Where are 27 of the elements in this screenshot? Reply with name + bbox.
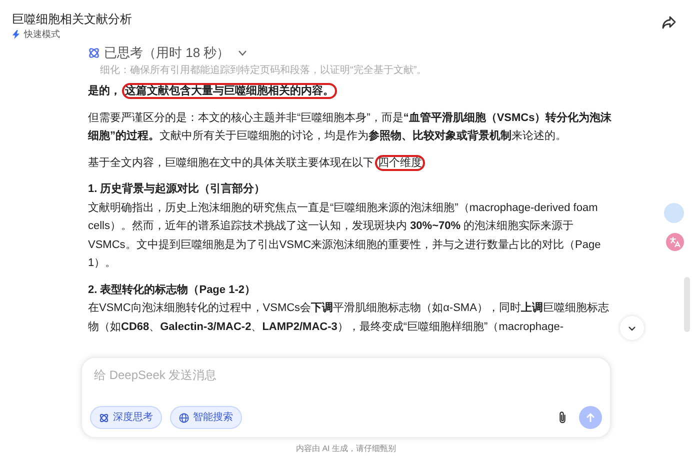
share-icon[interactable] bbox=[662, 16, 676, 29]
scroll-down-button[interactable] bbox=[620, 316, 644, 340]
toggle-button[interactable]: 智能搜索 bbox=[170, 406, 242, 429]
faded-thinking-text: 细化：确保所有引用都能追踪到特定页码和段落，以证明“完全基于文献”。 bbox=[99, 64, 428, 78]
paragraph: 基于全文内容，巨噬细胞在文中的具体关联主要体现在以下 四个维度 bbox=[88, 154, 612, 172]
paragraph: 文献明确指出，历史上泡沫细胞的研究焦点一直是“巨噬细胞来源的泡沫细胞”（macrophage-derived foam cells）。然而，近年的谱系追踪技术挑战了这一认知，发现斑块内 30%~70% 的泡沫细胞实际来源于VSMCs。文中提到巨噬细胞是为了引出VSMC来源泡沫细胞的重要性，并与之进行数量占比的对比（Page 1）。 bbox=[88, 200, 602, 271]
section-heading: 1. 历史背景与起源对比（引言部分） bbox=[88, 182, 266, 197]
toggle-button[interactable]: 深度思考 bbox=[90, 406, 162, 429]
arrow-up-icon bbox=[586, 412, 595, 422]
thinking-toggle[interactable]: 已思考（用时 18 秒） bbox=[104, 43, 247, 63]
translate-icon[interactable] bbox=[666, 233, 684, 251]
chevron-down-icon bbox=[628, 326, 636, 330]
paragraph: 是的， 这篇文献包含大量与巨噬细胞相关的内容。 bbox=[88, 82, 612, 100]
globe-icon bbox=[179, 412, 189, 422]
mode-label: 快速模式 bbox=[24, 28, 60, 41]
message-input[interactable]: 给 DeepSeek 发送消息 bbox=[90, 366, 602, 384]
section-heading: 2. 表型转化的标志物（Page 1-2） bbox=[88, 282, 256, 298]
lightning-icon bbox=[12, 30, 20, 40]
chat-title: 巨噬细胞相关文献分析 bbox=[12, 11, 132, 28]
paragraph: 在VSMC向泡沫细胞转化的过程中，VSMCs会下调平滑肌细胞标志物（如α-SMA），同时上调巨噬细胞标志物（如CD68、Galectin-3/MAC-2、LAMP2/MAC-3），最终变成“巨噬细胞样细胞”（macrophage- bbox=[88, 300, 610, 334]
atom-icon bbox=[88, 47, 100, 59]
avatar[interactable] bbox=[664, 203, 684, 223]
scrollbar[interactable] bbox=[684, 277, 690, 332]
disclaimer-text: 内容由 AI 生成，请仔细甄别 bbox=[296, 443, 396, 455]
atom-icon bbox=[99, 412, 109, 422]
paperclip-icon[interactable] bbox=[558, 411, 567, 424]
paragraph: 但需要严谨区分的是：本文的核心主题并非“巨噬细胞本身”，而是“血管平滑肌细胞（VSMCs）转分化为泡沫细胞”的过程。文献中所有关于巨噬细胞的讨论，均是作为参照物、比较对象或背景机制来论述的。 bbox=[88, 110, 612, 144]
